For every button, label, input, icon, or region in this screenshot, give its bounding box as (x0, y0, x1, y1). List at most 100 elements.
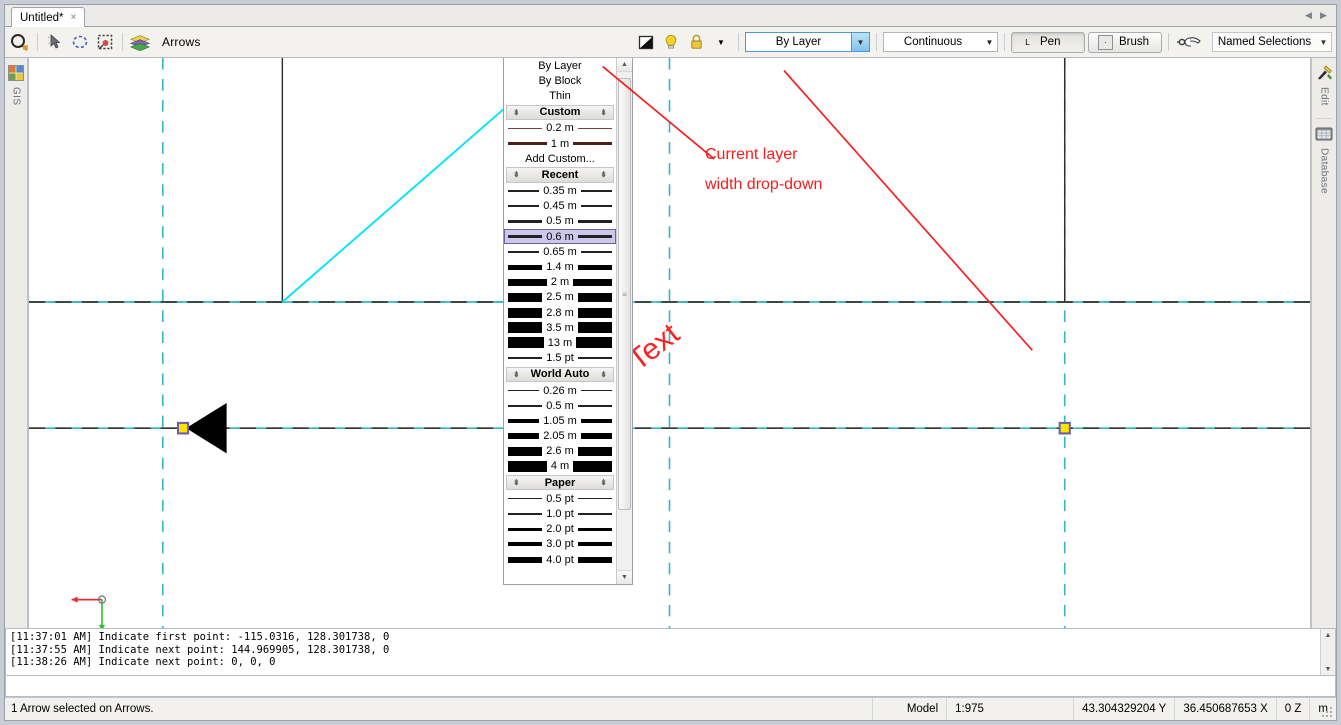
scroll-down-icon[interactable]: ▼ (617, 570, 632, 584)
lineweight-option[interactable]: 0.65 m (504, 244, 616, 259)
lasso-select-icon[interactable] (69, 31, 91, 53)
chevron-collapse-icon[interactable]: ⇟ (600, 370, 607, 379)
chevron-collapse-icon[interactable]: ⇟ (513, 108, 520, 117)
lineweight-preview (577, 264, 613, 270)
layers-icon[interactable] (129, 31, 151, 53)
lineweight-preview (577, 498, 612, 500)
lineweight-preview (577, 446, 613, 456)
select-tool-icon[interactable] (9, 31, 31, 53)
lineweight-preview (508, 220, 543, 223)
brush-button[interactable]: · Brush (1088, 31, 1162, 53)
close-icon[interactable]: × (70, 12, 76, 23)
sidebar-item-edit[interactable]: Edit (1316, 62, 1333, 114)
status-bar: 1 Arrow selected on Arrows. Model 1:975 … (5, 697, 1336, 720)
lineweight-group-header[interactable]: ⇟ Recent ⇟ (506, 167, 614, 183)
named-selections-combo[interactable]: Named Selections ▼ (1212, 32, 1332, 52)
chevron-collapse-icon[interactable]: ⇟ (600, 108, 607, 117)
status-scale[interactable]: 1:975 (947, 698, 1075, 720)
lineweight-option[interactable]: 2.05 m (504, 429, 616, 444)
status-space[interactable]: Model (899, 698, 948, 720)
document-tab[interactable]: Untitled* × (11, 7, 86, 28)
current-layer-name[interactable]: Arrows (162, 35, 201, 49)
lineweight-preview (577, 556, 612, 563)
sidebar-item-database[interactable]: Database (1315, 123, 1333, 202)
dropdown-scrollbar[interactable]: ▲ ≡ ▼ (616, 58, 632, 584)
lineweight-option[interactable]: 1.0 pt (504, 506, 616, 521)
chevron-collapse-icon[interactable]: ⇟ (513, 478, 520, 487)
lineweight-option[interactable]: 0.5 m (504, 398, 616, 413)
lineweight-group-header[interactable]: ⇟ World Auto ⇟ (506, 366, 614, 382)
drawing-canvas[interactable]: y Text Current layer width drop-down By … (28, 58, 1311, 628)
lineweight-option[interactable]: Thin (504, 88, 616, 103)
lineweight-option[interactable]: 13 m (504, 335, 616, 350)
command-input[interactable] (5, 676, 1336, 697)
scrollbar-track[interactable]: ≡ (617, 72, 632, 570)
pointer-icon[interactable] (44, 31, 66, 53)
lineweight-dropdown-list[interactable]: By Layer By Block Thin ⇟ Custom ⇟ 0.2 m 1 m Add … (503, 58, 633, 585)
lineweight-option[interactable]: Add Custom... (504, 151, 616, 166)
status-coord-z: 0 Z (1277, 698, 1311, 720)
pen-button[interactable]: L Pen (1011, 31, 1085, 53)
lock-icon[interactable] (685, 31, 707, 53)
lineweight-combo[interactable]: By Layer ▼ (745, 32, 870, 52)
lineweight-option[interactable]: 2.6 m (504, 444, 616, 459)
lineweight-option[interactable]: 0.5 m (504, 214, 616, 229)
lineweight-option[interactable]: By Layer (504, 58, 616, 73)
lineweight-option[interactable]: 1 m (504, 136, 616, 151)
scroll-down-icon[interactable]: ▼ (1325, 663, 1332, 675)
left-side-panel: GIS (5, 58, 28, 628)
scroll-up-icon[interactable]: ▲ (617, 58, 632, 72)
lineweight-option[interactable]: 0.2 m (504, 121, 616, 136)
chevron-down-icon[interactable]: ▼ (1316, 33, 1331, 51)
lineweight-option[interactable]: 2.0 pt (504, 522, 616, 537)
lineweight-group-header[interactable]: ⇟ Custom ⇟ (506, 104, 614, 120)
lineweight-option[interactable]: 1.05 m (504, 413, 616, 428)
lineweight-option[interactable]: 4.0 pt (504, 552, 616, 567)
lightbulb-icon[interactable] (660, 31, 682, 53)
scroll-up-icon[interactable]: ▲ (1325, 629, 1332, 641)
linetype-combo[interactable]: Continuous ▼ (883, 32, 998, 52)
window-select-icon[interactable] (94, 31, 116, 53)
resize-grip[interactable] (1320, 705, 1334, 719)
lineweight-option[interactable]: 0.26 m (504, 383, 616, 398)
lineweight-option[interactable]: 2.8 m (504, 305, 616, 320)
lineweight-option[interactable]: 0.6 m (504, 229, 616, 245)
lineweight-option-list[interactable]: By Layer By Block Thin ⇟ Custom ⇟ 0.2 m 1 m Add … (504, 58, 616, 584)
color-swatch-icon[interactable] (635, 31, 657, 53)
sidebar-item-gis[interactable]: GIS (8, 62, 24, 113)
lineweight-option[interactable]: 1.4 m (504, 259, 616, 274)
lineweight-option[interactable]: 0.45 m (504, 199, 616, 214)
lineweight-option[interactable]: 3.0 pt (504, 537, 616, 552)
lineweight-option[interactable]: 4 m (504, 459, 616, 474)
ucs-axis-icon (71, 595, 107, 628)
lineweight-option-label: 2.8 m (546, 306, 574, 319)
chevron-collapse-icon[interactable]: ⇟ (513, 170, 520, 179)
scrollbar-thumb[interactable]: ≡ (618, 78, 631, 510)
lineweight-option[interactable]: 2.5 m (504, 290, 616, 305)
lineweight-option-label: 4.0 pt (546, 553, 574, 566)
lineweight-option[interactable]: 0.5 pt (504, 491, 616, 506)
sidebar-item-label: GIS (10, 87, 22, 106)
scroll-right-icon[interactable]: ▶ (1317, 8, 1330, 22)
lineweight-preview (508, 418, 540, 423)
chevron-down-icon[interactable]: ▼ (851, 33, 869, 51)
scroll-left-icon[interactable]: ◀ (1302, 8, 1315, 22)
chevron-collapse-icon[interactable]: ⇟ (600, 478, 607, 487)
lineweight-option-label: 13 m (547, 336, 573, 349)
lineweight-group-header[interactable]: ⇟ Paper ⇟ (506, 475, 614, 491)
lineweight-option[interactable]: 2 m (504, 275, 616, 290)
command-log[interactable]: [11:37:01 AM] Indicate first point: -115… (5, 628, 1336, 676)
layer-dropdown-arrow[interactable]: ▼ (710, 31, 732, 53)
command-input-field[interactable] (6, 676, 1335, 696)
chevron-collapse-icon[interactable]: ⇟ (513, 370, 520, 379)
canvas-surface[interactable]: y Text Current layer width drop-down (29, 58, 1310, 628)
lineweight-option[interactable]: 0.35 m (504, 184, 616, 199)
lineweight-option[interactable]: 1.5 pt (504, 351, 616, 366)
log-scrollbar[interactable]: ▲ ▼ (1320, 629, 1335, 675)
chevron-down-icon[interactable]: ▼ (982, 33, 997, 51)
lineweight-option[interactable]: By Block (504, 73, 616, 88)
chevron-collapse-icon[interactable]: ⇟ (600, 170, 607, 179)
lineweight-option[interactable]: 3.5 m (504, 320, 616, 335)
pointing-hand-icon[interactable] (1175, 31, 1203, 53)
lineweight-preview (508, 190, 540, 192)
